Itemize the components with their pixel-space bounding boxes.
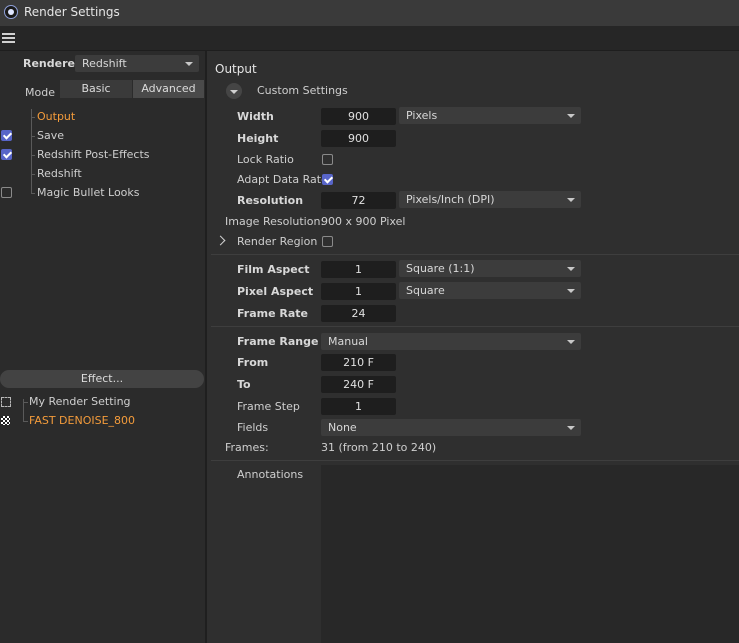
divider: [211, 326, 739, 327]
film-aspect-dropdown[interactable]: Square (1:1): [399, 260, 581, 277]
frames-label: Frames:: [225, 441, 269, 454]
image-resolution-value: 900 x 900 Pixel: [321, 215, 406, 228]
frame-rate-label: Frame Rate: [237, 307, 309, 320]
hamburger-menu-icon[interactable]: [2, 33, 15, 43]
film-aspect-label: Film Aspect: [237, 263, 310, 276]
tree-item-redshift[interactable]: Redshift: [37, 167, 82, 180]
fields-label: Fields: [237, 421, 269, 434]
chevron-right-icon[interactable]: [215, 235, 226, 246]
renderer-label: Renderer: [23, 57, 81, 70]
title-bar: Render Settings: [0, 0, 739, 26]
fields-dropdown[interactable]: None: [321, 419, 581, 436]
height-field[interactable]: 900: [321, 130, 396, 147]
chevron-down-icon: [567, 426, 575, 430]
save-checkbox[interactable]: [1, 130, 12, 141]
resolution-field[interactable]: 72: [321, 192, 396, 209]
frame-step-field[interactable]: 1: [321, 398, 396, 415]
post-effects-checkbox[interactable]: [1, 149, 12, 160]
magic-bullet-checkbox[interactable]: [1, 187, 12, 198]
chevron-down-icon: [567, 114, 575, 118]
chevron-down-icon: [567, 340, 575, 344]
width-label: Width: [237, 110, 274, 123]
section-title: Output: [215, 62, 257, 76]
resolution-label: Resolution: [237, 194, 304, 207]
render-region-label: Render Region: [237, 235, 318, 248]
tree-item-save[interactable]: Save: [37, 129, 64, 142]
width-unit-value: Pixels: [406, 109, 438, 122]
preset-label: Custom Settings: [257, 84, 348, 97]
adapt-data-rate-checkbox[interactable]: [322, 174, 333, 185]
annotations-label: Annotations: [237, 468, 304, 481]
renderer-dropdown[interactable]: Redshift: [75, 55, 199, 72]
checkerboard-icon: [1, 416, 10, 425]
to-field[interactable]: 240 F: [321, 376, 396, 393]
width-unit-dropdown[interactable]: Pixels: [399, 107, 581, 124]
annotations-textarea[interactable]: [321, 465, 739, 643]
pixel-aspect-dropdown[interactable]: Square: [399, 282, 581, 299]
chevron-down-icon: [567, 289, 575, 293]
resolution-unit-value: Pixels/Inch (DPI): [406, 193, 495, 206]
to-label: To: [237, 378, 251, 391]
frame-range-label: Frame Range: [237, 335, 319, 348]
from-label: From: [237, 356, 269, 369]
adapt-data-rate-label: Adapt Data Rate: [237, 173, 328, 186]
app-logo-icon: [4, 5, 18, 19]
menu-bar: [0, 26, 739, 51]
from-field[interactable]: 210 F: [321, 354, 396, 371]
chevron-down-icon: [567, 198, 575, 202]
lock-ratio-checkbox[interactable]: [322, 154, 333, 165]
frames-value: 31 (from 210 to 240): [321, 441, 437, 454]
film-aspect-field[interactable]: 1: [321, 261, 396, 278]
mode-label: Mode: [25, 86, 55, 99]
divider: [211, 460, 739, 461]
left-panel: Renderer Redshift Mode Basic Advanced Ou…: [0, 51, 205, 643]
pixel-aspect-label: Pixel Aspect: [237, 285, 314, 298]
tree-item-redshift-post-effects[interactable]: Redshift Post-Effects: [37, 148, 150, 161]
pixel-aspect-field[interactable]: 1: [321, 283, 396, 300]
tree-item-output[interactable]: Output: [37, 110, 75, 123]
tree-item-magic-bullet-looks[interactable]: Magic Bullet Looks: [37, 186, 140, 199]
frame-range-value: Manual: [328, 335, 368, 348]
render-setting-icon: [1, 397, 11, 407]
mode-advanced-tab[interactable]: Advanced: [133, 80, 204, 98]
film-aspect-preset-value: Square (1:1): [406, 262, 475, 275]
frame-range-dropdown[interactable]: Manual: [321, 333, 581, 350]
resolution-unit-dropdown[interactable]: Pixels/Inch (DPI): [399, 191, 581, 208]
frame-step-label: Frame Step: [237, 400, 300, 413]
chevron-down-icon: [567, 267, 575, 271]
settings-item-my-render-setting[interactable]: My Render Setting: [29, 395, 131, 408]
pixel-aspect-preset-value: Square: [406, 284, 445, 297]
render-region-checkbox[interactable]: [322, 236, 333, 247]
image-resolution-label: Image Resolution:: [225, 215, 325, 228]
height-label: Height: [237, 132, 279, 145]
output-panel: Output Custom Settings Width 900 Pixels …: [207, 51, 739, 643]
chevron-down-icon: [185, 62, 193, 66]
preset-toggle-icon[interactable]: [226, 83, 242, 99]
window-title: Render Settings: [24, 5, 120, 19]
settings-item-fast-denoise[interactable]: FAST DENOISE_800: [29, 414, 135, 427]
divider: [211, 254, 739, 255]
renderer-value: Redshift: [82, 57, 127, 70]
effect-button[interactable]: Effect...: [0, 370, 204, 388]
lock-ratio-label: Lock Ratio: [237, 153, 294, 166]
width-field[interactable]: 900: [321, 108, 396, 125]
fields-value: None: [328, 421, 357, 434]
mode-basic-tab[interactable]: Basic: [60, 80, 132, 98]
frame-rate-field[interactable]: 24: [321, 305, 396, 322]
